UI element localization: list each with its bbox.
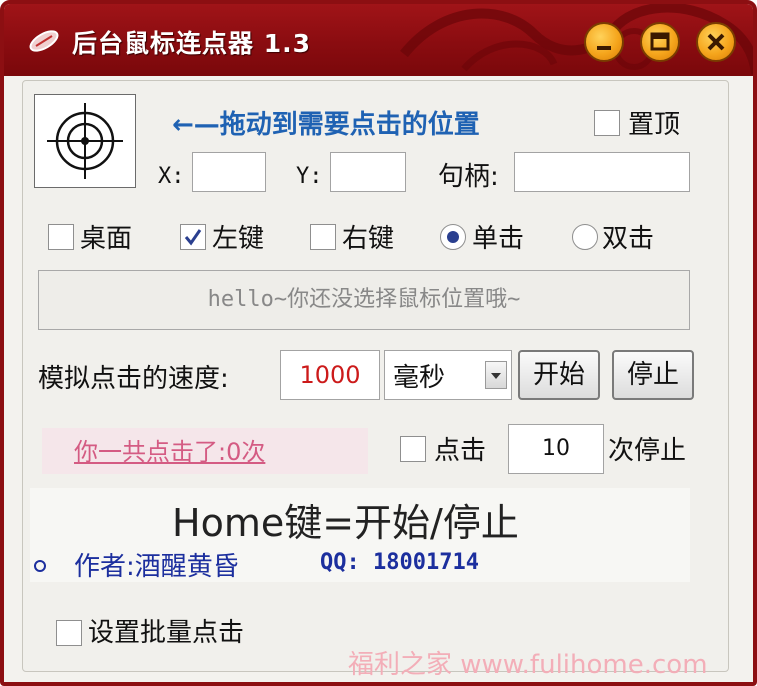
single-click-radio[interactable] <box>440 224 466 250</box>
stop-after-suffix: 次停止 <box>608 436 687 466</box>
left-key-label: 左键 <box>212 224 265 254</box>
dropdown-button[interactable] <box>485 361 507 389</box>
left-key-checkbox[interactable] <box>180 224 206 250</box>
click-count-link[interactable]: 你一共点击了:0次 <box>74 432 265 467</box>
speed-unit-value: 毫秒 <box>393 363 446 393</box>
desktop-checkbox[interactable] <box>48 224 74 250</box>
author-text: 作者:酒醒黄昏 <box>74 552 239 582</box>
dropdown-arrow-icon <box>491 373 501 379</box>
double-click-label: 双击 <box>602 224 655 254</box>
stop-button[interactable]: 停止 <box>612 350 694 400</box>
maximize-button[interactable] <box>640 22 680 62</box>
speed-unit-select[interactable]: 毫秒 <box>384 350 512 400</box>
speed-label: 模拟点击的速度: <box>38 364 229 394</box>
window-title: 后台鼠标连点器 1.3 <box>72 29 311 58</box>
minimize-icon <box>597 46 611 50</box>
minimize-button[interactable] <box>584 22 624 62</box>
stop-after-label: 点击 <box>434 436 487 466</box>
always-on-top-checkbox[interactable] <box>594 110 620 136</box>
double-click-radio[interactable] <box>572 224 598 250</box>
right-key-label: 右键 <box>342 224 395 254</box>
start-button[interactable]: 开始 <box>518 350 600 400</box>
home-key-hint: Home键=开始/停止 <box>172 501 519 545</box>
checkmark-icon <box>184 229 202 246</box>
watermark-text: 福利之家 www.fulihome.com <box>348 650 708 680</box>
drag-target[interactable] <box>34 94 136 188</box>
x-coordinate-field[interactable] <box>192 152 266 192</box>
batch-click-label: 设置批量点击 <box>88 618 245 648</box>
x-label: X: <box>158 164 185 189</box>
maximize-icon <box>650 32 670 51</box>
always-on-top-label: 置顶 <box>628 110 681 140</box>
single-click-label: 单击 <box>472 224 525 254</box>
stop-after-count-input[interactable]: 10 <box>508 424 604 474</box>
batch-click-checkbox[interactable] <box>56 620 82 646</box>
bullet-icon <box>34 560 46 572</box>
right-key-checkbox[interactable] <box>310 224 336 250</box>
drag-hint: ←—拖动到需要点击的位置 <box>172 110 480 140</box>
handle-label: 句柄: <box>438 162 499 192</box>
status-message: hello~你还没选择鼠标位置哦~ <box>38 270 690 330</box>
desktop-label: 桌面 <box>80 224 133 254</box>
y-label: Y: <box>296 164 323 189</box>
mouse-app-icon <box>29 30 59 52</box>
crosshair-icon <box>47 103 123 179</box>
title-bar[interactable]: 后台鼠标连点器 1.3 <box>4 4 753 76</box>
close-icon <box>707 33 725 51</box>
y-coordinate-field[interactable] <box>330 152 406 192</box>
qq-text: QQ: 18001714 <box>320 550 479 575</box>
radio-selected-dot <box>447 231 459 243</box>
close-button[interactable] <box>696 22 736 62</box>
handle-field[interactable] <box>514 152 690 192</box>
speed-input[interactable]: 1000 <box>280 350 380 400</box>
stop-after-checkbox[interactable] <box>400 436 426 462</box>
